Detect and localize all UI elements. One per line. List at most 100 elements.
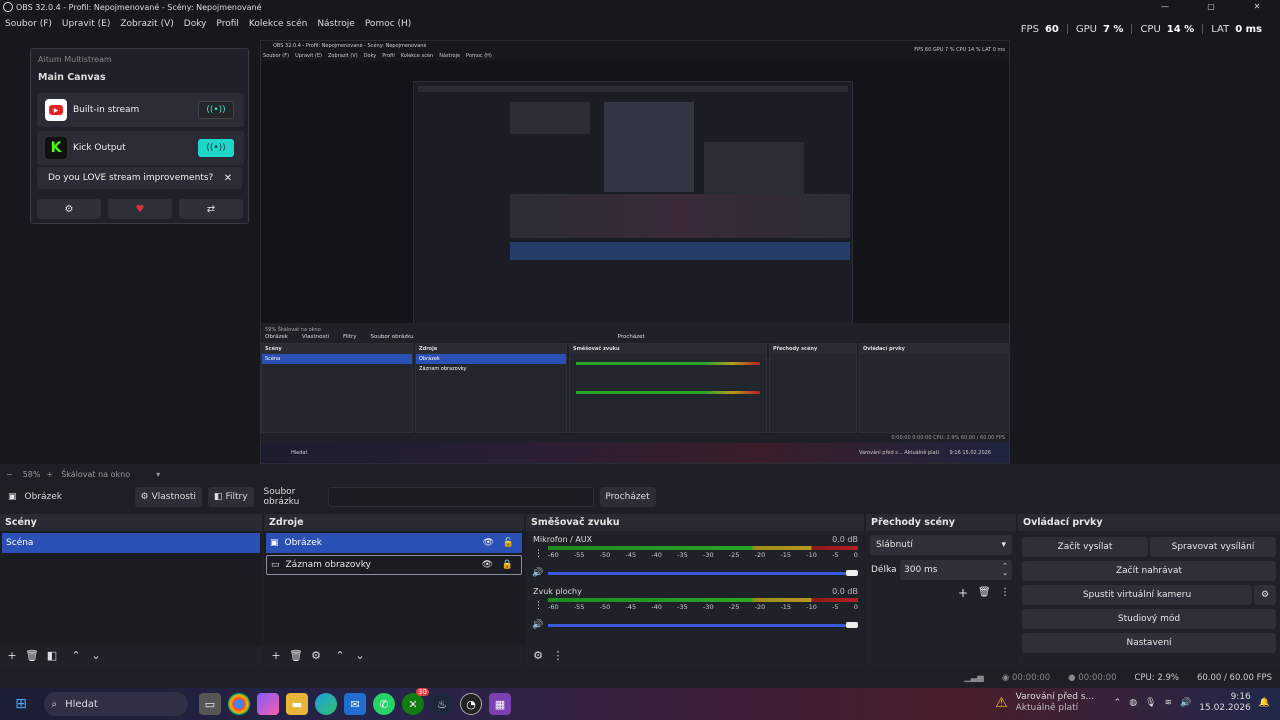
copilot-icon[interactable] [257,693,279,715]
filters-button[interactable]: ◧ Filtry [207,487,254,507]
obs-app-icon [3,2,13,12]
volume-icon[interactable]: 🔊 [1180,698,1191,708]
scale-mode[interactable]: Škálovat na okno [61,470,130,479]
menu-profile[interactable]: Profil [211,19,243,29]
search-icon: ⌕ [51,698,58,710]
mic-volume-slider[interactable] [548,572,858,575]
menu-edit[interactable]: Upravit (E) [57,19,115,29]
eye-icon[interactable]: 👁 [483,538,494,548]
source-item[interactable]: ▣ Obrázek 👁 🔓 [266,533,522,553]
notification-icon[interactable]: 🔔 [1259,698,1270,708]
start-streaming-button[interactable]: Začít vysílat [1022,537,1148,557]
outlook-icon[interactable]: ✉ [344,693,366,715]
scene-item[interactable]: Scéna [2,533,260,553]
speaker-icon[interactable]: 🔊 [532,620,543,630]
menu-scene-collection[interactable]: Kolekce scén [244,19,312,29]
speaker-icon[interactable]: 🔊 [532,568,543,578]
add-transition-button[interactable]: + [958,586,968,600]
tray-app-icon[interactable]: ◍ [1129,698,1137,708]
move-up-button[interactable]: ⌃ [332,649,348,662]
image-source-icon: ▣ [270,538,279,548]
scene-filters-button[interactable]: ◧ [44,649,60,662]
obs-taskbar-icon[interactable]: ◔ [460,693,482,715]
menu-file[interactable]: Soubor (F) [0,19,57,29]
settings-button[interactable]: Nastavení [1022,633,1276,653]
chevron-up-icon[interactable]: ⌃ [1114,698,1122,708]
task-view-icon[interactable]: ▭ [199,693,221,715]
image-file-input[interactable] [327,487,594,507]
desktop-volume-knob[interactable] [846,622,858,628]
browse-button[interactable]: Procházet [599,487,656,507]
move-down-button[interactable]: ⌄ [88,649,104,662]
transition-menu-icon[interactable]: ⋮ [1000,587,1010,598]
virtual-camera-gear-icon[interactable]: ⚙ [1254,585,1276,605]
mic-menu-icon[interactable]: ⋮ [534,549,543,559]
gear-icon: ⚙ [140,492,149,502]
wifi-icon[interactable]: ≋ [1164,698,1172,708]
scenes-header: Scény [0,514,262,531]
toggle-kick-output[interactable]: ((•)) [198,139,234,157]
mic-volume-knob[interactable] [846,570,858,576]
add-scene-button[interactable]: + [4,649,20,662]
menu-tools[interactable]: Nástroje [312,19,360,29]
transition-type-select[interactable]: Slábnutí ▾ [870,535,1012,555]
duration-input[interactable]: 300 ms ⌃ ⌄ [900,560,1012,580]
menu-view[interactable]: Zobrazit (V) [115,19,178,29]
output-row-builtin: ▶ Built-in stream ((•)) [37,93,244,127]
menu-help[interactable]: Pomoc (H) [360,19,417,29]
nested-title: OBS 32.0.4 - Profil: Nepojmenované - Scé… [261,41,1009,51]
advanced-audio-gear-icon[interactable]: ⚙ [530,649,546,662]
scenes-toolbar: + 🗑 ◧ ⌃ ⌄ [0,644,262,666]
maximize-button[interactable]: ▢ [1188,0,1234,13]
move-up-button[interactable]: ⌃ [68,649,84,662]
close-button[interactable]: ✕ [1234,0,1280,13]
dismiss-question-button[interactable]: ✕ [214,167,242,189]
file-explorer-icon[interactable]: ▬ [286,693,308,715]
edge-icon[interactable] [315,693,337,715]
studio-mode-button[interactable]: Studiový mód [1022,609,1276,629]
stream-time: ◉ 00:00:00 [1001,673,1051,683]
whatsapp-icon[interactable]: ✆ [373,693,395,715]
kick-icon: K [45,137,67,159]
nested-dock: 59% Škálovat na okno Obrázek Vlastnosti Fi… [261,323,1009,463]
feedback-question[interactable]: Do you LOVE stream improvements? [37,167,238,189]
toggle-builtin-stream[interactable]: ((•)) [198,101,234,119]
share-icon[interactable]: ⇄ [179,199,243,219]
media-app-icon[interactable]: ▦ [489,693,511,715]
youtube-icon: ▶ [45,99,67,121]
source-properties-gear-icon[interactable]: ⚙ [308,649,324,662]
add-source-button[interactable]: + [268,649,284,662]
steam-icon[interactable]: ♨ [431,693,453,715]
taskbar-search[interactable]: ⌕ Hledat [43,692,188,716]
zoom-in-button[interactable]: + [46,470,53,479]
gear-icon[interactable]: ⚙ [37,199,101,219]
zoom-out-button[interactable]: − [6,470,13,479]
network-signal-icon: ▁▃▅ [964,673,984,683]
source-item[interactable]: ▭ Záznam obrazovky 👁 🔒 [266,555,522,575]
menu-docks[interactable]: Doky [179,19,212,29]
remove-transition-button[interactable]: 🗑 [978,587,991,598]
scale-dropdown-chevron-icon[interactable]: ▾ [156,470,160,479]
minimize-button[interactable]: — [1142,0,1188,13]
remove-scene-button[interactable]: 🗑 [24,649,40,662]
heart-icon[interactable]: ♥ [108,199,172,219]
start-recording-button[interactable]: Začít nahrávat [1022,561,1276,581]
start-virtual-camera-button[interactable]: Spustit virtuální kameru [1022,585,1252,605]
properties-button[interactable]: ⚙ Vlastnosti [134,487,202,507]
move-down-button[interactable]: ⌄ [352,649,368,662]
desktop-volume-slider[interactable] [548,624,858,627]
windows-start-icon[interactable]: ⊞ [10,693,32,715]
eye-icon[interactable]: 👁 [482,560,493,570]
mixer-menu-icon[interactable]: ⋮ [550,649,566,662]
desktop-menu-icon[interactable]: ⋮ [534,601,543,611]
lock-icon[interactable]: 🔓 [503,538,514,548]
duration-stepper-icon[interactable]: ⌃ ⌄ [1002,563,1008,577]
remove-source-button[interactable]: 🗑 [288,649,304,662]
chrome-icon[interactable] [228,693,250,715]
lock-icon[interactable]: 🔒 [502,560,513,570]
microphone-icon[interactable]: 🎙 [1145,698,1156,708]
manage-broadcast-button[interactable]: Spravovat vysílání [1150,537,1276,557]
xbox-icon[interactable]: ✕ 30 [402,688,429,715]
clock[interactable]: 9:16 15.02.2026 [1199,692,1251,714]
weather-warning[interactable]: Varování před s... Aktuálně platí [1016,692,1106,714]
